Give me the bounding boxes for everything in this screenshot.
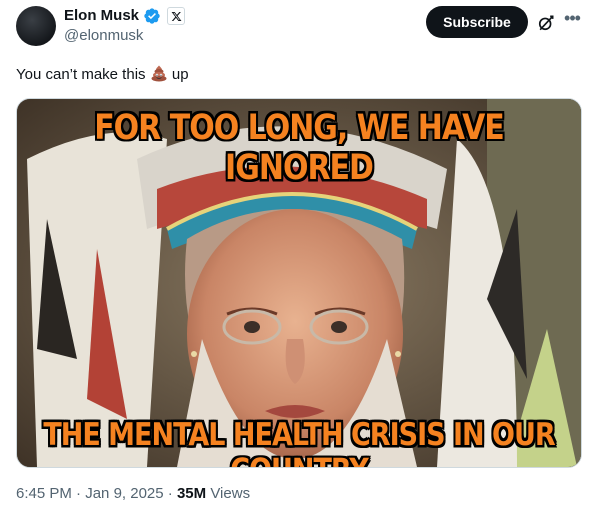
tweet-date[interactable]: Jan 9, 2025 (85, 485, 163, 502)
meta-separator: · (163, 485, 177, 502)
tweet-text-before: You can’t make this (16, 66, 150, 83)
author-display-name[interactable]: Elon Musk (64, 6, 139, 26)
tweet-text: You can’t make this up (16, 64, 189, 85)
grok-icon[interactable] (536, 13, 556, 33)
tweet-metadata: 6:45 PM · Jan 9, 2025 · 35M Views (16, 485, 250, 502)
tweet-text-after: up (167, 66, 189, 83)
views-count: 35M (176, 485, 207, 502)
views-label: Views (210, 485, 251, 502)
meta-separator: · (71, 485, 86, 502)
meme-caption-bottom: THE MENTAL HEALTH CRISIS IN OUR COUNTRY (43, 417, 555, 467)
pile-of-poo-emoji-icon (151, 65, 167, 82)
x-affiliation-icon[interactable] (167, 7, 186, 25)
verified-badge-icon[interactable] (143, 7, 161, 25)
avatar[interactable] (16, 6, 56, 46)
more-icon[interactable]: ••• (562, 9, 582, 31)
subscribe-button[interactable]: Subscribe (426, 6, 528, 38)
meme-caption-top: FOR TOO LONG, WE HAVE IGNORED (94, 107, 505, 189)
author-handle[interactable]: @elonmusk (64, 27, 143, 45)
tweet-time[interactable]: 6:45 PM (16, 485, 72, 502)
tweet-image[interactable]: FOR TOO LONG, WE HAVE IGNORED THE MENTAL… (16, 98, 582, 468)
author-name-row: Elon Musk (64, 6, 186, 26)
